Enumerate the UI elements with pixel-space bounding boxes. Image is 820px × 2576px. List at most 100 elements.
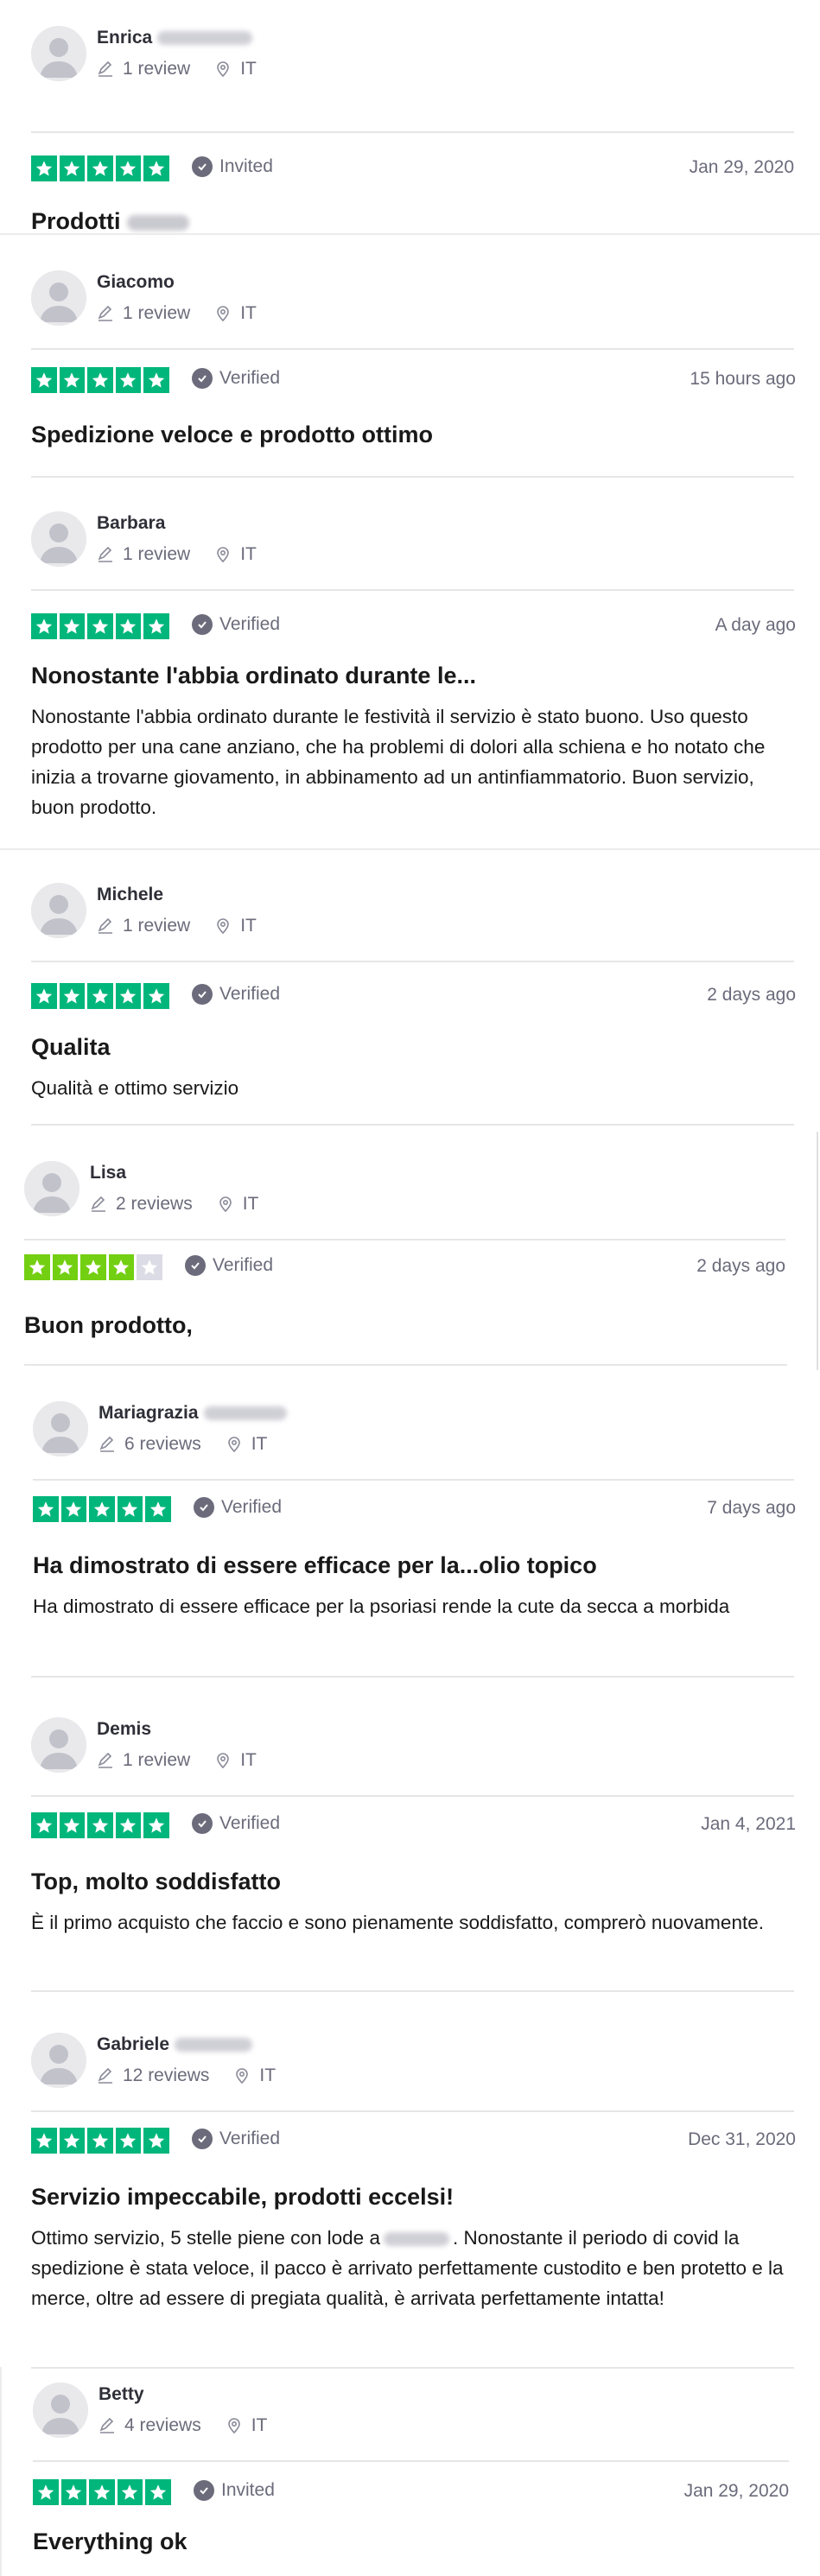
badge-label: Invited bbox=[221, 2480, 275, 2500]
star-icon bbox=[89, 2479, 115, 2505]
reviewer-name[interactable]: Lisa bbox=[90, 1163, 126, 1183]
card-divider bbox=[31, 476, 794, 478]
verified-badge[interactable]: Verified bbox=[194, 1497, 282, 1518]
avatar[interactable] bbox=[33, 1401, 88, 1456]
verified-badge[interactable]: Verified bbox=[185, 1255, 273, 1276]
review-date: 7 days ago bbox=[707, 1498, 796, 1518]
star-icon bbox=[24, 1254, 50, 1280]
user-silhouette-icon bbox=[31, 270, 86, 326]
verified-badge[interactable]: Verified bbox=[192, 984, 280, 1005]
reviewer-name[interactable]: Betty bbox=[99, 2384, 144, 2404]
review-title[interactable]: Buon prodotto, bbox=[24, 1310, 785, 1341]
review-count: 1 review bbox=[123, 1750, 191, 1770]
user-silhouette-icon bbox=[31, 883, 86, 938]
reviewer-name[interactable]: Gabriele bbox=[97, 2034, 169, 2054]
reviewer-name[interactable]: Michele bbox=[97, 885, 163, 904]
avatar[interactable] bbox=[31, 1717, 86, 1773]
map-pin-icon bbox=[236, 2068, 249, 2084]
star-icon bbox=[87, 983, 113, 1009]
card-divider bbox=[24, 1364, 787, 1366]
star-icon bbox=[115, 155, 141, 181]
review-body: Qualità e ottimo servizio bbox=[31, 1077, 239, 1099]
map-pin-icon bbox=[217, 918, 230, 935]
star-rating bbox=[33, 1496, 171, 1522]
checkmark-icon bbox=[192, 1813, 213, 1834]
review-title[interactable]: Everything ok bbox=[33, 2526, 789, 2557]
scroll-edge bbox=[817, 1132, 818, 1370]
star-icon bbox=[143, 1812, 169, 1838]
reviewer-name[interactable]: Barbara bbox=[97, 513, 165, 533]
card-divider bbox=[0, 848, 820, 850]
checkmark-icon bbox=[194, 2480, 214, 2501]
review-date: 15 hours ago bbox=[690, 369, 796, 389]
star-icon bbox=[87, 613, 113, 639]
star-icon bbox=[59, 1812, 85, 1838]
review-title[interactable]: Qualita bbox=[31, 1031, 794, 1063]
reviewer-country: IT bbox=[240, 59, 257, 79]
avatar[interactable] bbox=[31, 2033, 86, 2088]
review-count: 1 review bbox=[123, 59, 191, 79]
pencil-icon bbox=[91, 1196, 105, 1212]
avatar[interactable] bbox=[31, 26, 86, 81]
badge-label: Verified bbox=[219, 1813, 281, 1833]
star-icon bbox=[115, 983, 141, 1009]
star-icon bbox=[87, 1812, 113, 1838]
map-pin-icon bbox=[217, 547, 230, 563]
avatar[interactable] bbox=[33, 2382, 88, 2438]
reviewer-name[interactable]: Giacomo bbox=[97, 272, 175, 292]
review-title[interactable]: Servizio impeccabile, prodotti eccelsi! bbox=[31, 2181, 794, 2212]
star-rating bbox=[33, 2479, 171, 2505]
star-icon bbox=[31, 983, 57, 1009]
checkmark-icon bbox=[185, 1255, 206, 1276]
card-divider bbox=[31, 2367, 794, 2369]
badge-label: Verified bbox=[219, 614, 281, 634]
review-title[interactable]: Ha dimostrato di essere efficace per la.… bbox=[33, 1550, 794, 1581]
reviewer-country: IT bbox=[240, 916, 257, 936]
redacted-surname bbox=[203, 1406, 287, 1421]
invited-badge[interactable]: Invited bbox=[194, 2480, 275, 2501]
avatar[interactable] bbox=[31, 511, 86, 567]
review-title[interactable]: Prodotti bbox=[31, 206, 794, 237]
map-pin-icon bbox=[227, 1437, 240, 1453]
card-divider bbox=[0, 233, 820, 235]
reviewer-name[interactable]: Enrica bbox=[97, 28, 152, 48]
star-icon bbox=[59, 2128, 85, 2154]
reviewer-header: Enrica 1 review IT bbox=[31, 26, 794, 104]
review-title-text: Prodotti bbox=[31, 208, 121, 234]
star-icon bbox=[137, 1254, 162, 1280]
avatar[interactable] bbox=[31, 883, 86, 938]
user-silhouette-icon bbox=[33, 1401, 88, 1456]
checkmark-icon bbox=[192, 156, 213, 177]
star-rating bbox=[31, 155, 169, 181]
star-rating bbox=[31, 983, 169, 1009]
review-count: 6 reviews bbox=[124, 1434, 201, 1454]
review-title[interactable]: Spedizione veloce e prodotto ottimo bbox=[31, 419, 794, 450]
star-icon bbox=[60, 1496, 86, 1522]
user-silhouette-icon bbox=[31, 1717, 86, 1773]
star-icon bbox=[60, 2479, 86, 2505]
review-title[interactable]: Top, molto soddisfatto bbox=[31, 1866, 794, 1897]
reviewer-country: IT bbox=[240, 303, 257, 323]
verified-badge[interactable]: Verified bbox=[192, 614, 280, 635]
verified-badge[interactable]: Verified bbox=[192, 1813, 280, 1834]
redacted-surname bbox=[157, 31, 253, 46]
star-icon bbox=[115, 1812, 141, 1838]
redacted-word bbox=[127, 214, 190, 231]
review-date: A day ago bbox=[715, 615, 796, 635]
review-title[interactable]: Nonostante l'abbia ordinato durante le..… bbox=[31, 660, 794, 691]
reviewer-name[interactable]: Mariagrazia bbox=[99, 1403, 199, 1423]
map-pin-icon bbox=[227, 2418, 240, 2434]
star-icon bbox=[143, 367, 169, 393]
verified-badge[interactable]: Verified bbox=[192, 368, 280, 389]
verified-badge[interactable]: Verified bbox=[192, 2129, 280, 2149]
reviewer-name[interactable]: Demis bbox=[97, 1719, 151, 1739]
map-pin-icon bbox=[217, 61, 230, 78]
review-date: Jan 4, 2021 bbox=[701, 1814, 796, 1834]
invited-badge[interactable]: Invited bbox=[192, 156, 273, 177]
pencil-icon bbox=[99, 1436, 114, 1452]
reviewer-country: IT bbox=[240, 1750, 257, 1770]
avatar[interactable] bbox=[24, 1161, 79, 1216]
map-pin-icon bbox=[219, 1196, 232, 1213]
avatar[interactable] bbox=[31, 270, 86, 326]
star-icon bbox=[52, 1254, 78, 1280]
